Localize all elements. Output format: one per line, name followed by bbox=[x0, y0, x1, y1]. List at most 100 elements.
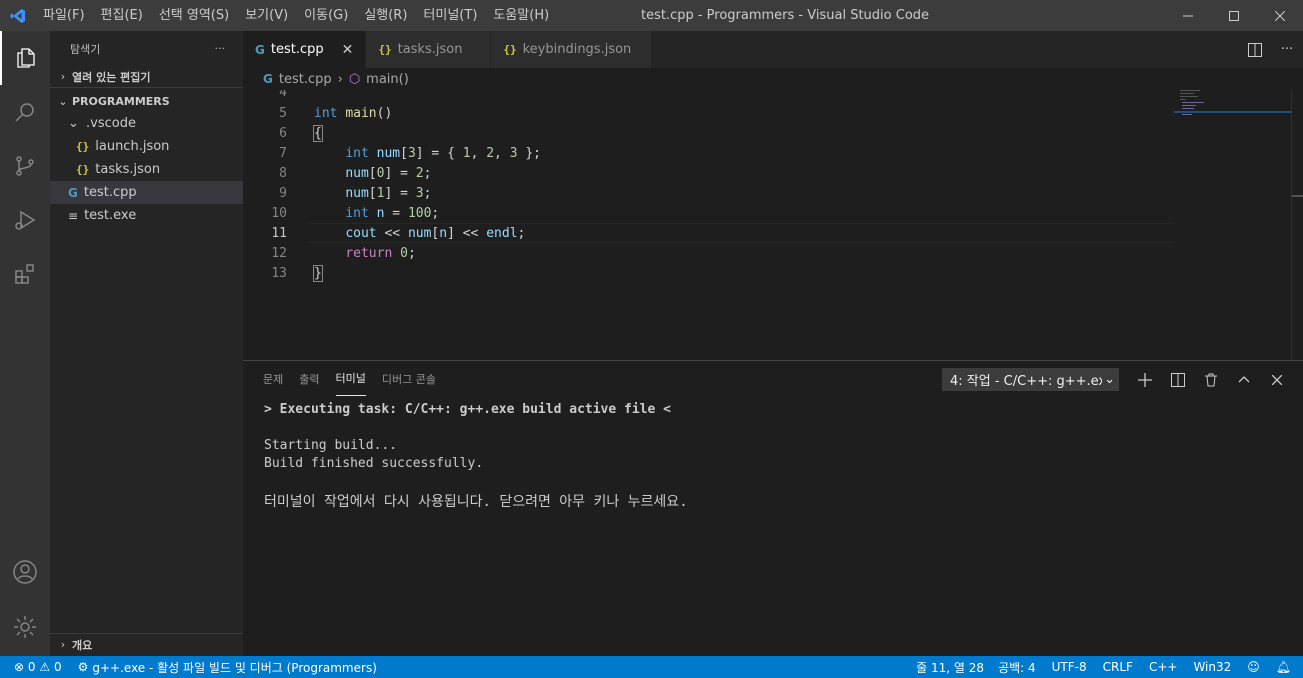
more-actions-icon[interactable]: ··· bbox=[215, 42, 226, 55]
line-ending[interactable]: CRLF bbox=[1095, 656, 1141, 678]
split-editor-icon[interactable] bbox=[1239, 42, 1271, 57]
terminal-line: > Executing task: C/C++: g++.exe build a… bbox=[264, 402, 671, 417]
tree-item-test-cpp[interactable]: G test.cpp bbox=[50, 181, 243, 204]
line-number: 8 bbox=[279, 166, 287, 181]
breadcrumb-symbol[interactable]: main() bbox=[366, 72, 409, 87]
cpp-file-icon: G bbox=[255, 42, 265, 57]
tab-keybindings-json[interactable]: {} keybindings.json bbox=[491, 31, 653, 68]
menu-file[interactable]: 파일(F) bbox=[35, 0, 93, 31]
close-panel-icon[interactable] bbox=[1260, 368, 1293, 391]
more-actions-icon[interactable]: ··· bbox=[1271, 42, 1303, 57]
window-title: test.cpp - Programmers - Visual Studio C… bbox=[640, 8, 930, 23]
code-line: int num[3] = { 1, 2, 3 }; bbox=[345, 146, 542, 161]
chevron-right-icon: › bbox=[337, 71, 343, 87]
problems-status[interactable]: ⊗ 0 ⚠ 0 bbox=[0, 656, 70, 678]
editor-tabs: G test.cpp ✕ {} tasks.json {} keybinding… bbox=[243, 31, 1303, 68]
vertical-scrollbar[interactable] bbox=[1291, 90, 1303, 360]
tree-item-label: test.exe bbox=[84, 208, 137, 223]
outline-label: 개요 bbox=[72, 638, 93, 652]
tab-tasks-json[interactable]: {} tasks.json bbox=[366, 31, 492, 68]
workspace-section[interactable]: ⌄ PROGRAMMERS bbox=[50, 90, 243, 112]
breadcrumb: G test.cpp › ⬡ main() bbox=[243, 68, 1303, 90]
minimize-icon[interactable] bbox=[1165, 0, 1211, 31]
menu-selection[interactable]: 선택 영역(S) bbox=[151, 0, 237, 31]
line-number: 11 bbox=[271, 226, 287, 241]
chevron-up-icon[interactable] bbox=[1227, 368, 1260, 391]
chevron-right-icon: › bbox=[60, 638, 66, 651]
notifications-icon[interactable]: 🔔︎ bbox=[1268, 656, 1303, 678]
debug-icon: ⚙ bbox=[77, 660, 89, 674]
json-file-icon: {} bbox=[76, 163, 90, 176]
terminal-select[interactable]: 4: 작업 - C/C++: g++.exe ⌄ bbox=[942, 368, 1119, 391]
tab-problems[interactable]: 문제 bbox=[263, 361, 283, 396]
trash-icon[interactable] bbox=[1194, 368, 1227, 391]
file-lines-icon: ≡ bbox=[68, 208, 79, 223]
tab-output[interactable]: 출력 bbox=[299, 361, 319, 396]
indentation[interactable]: 공백: 4 bbox=[990, 656, 1044, 678]
menu-run[interactable]: 실행(R) bbox=[356, 0, 415, 31]
error-count: 0 bbox=[27, 660, 36, 674]
error-icon: ⊗ bbox=[14, 660, 25, 674]
tab-debug-console[interactable]: 디버그 콘솔 bbox=[382, 361, 436, 396]
code-line: cout << num[n] << endl; bbox=[345, 226, 526, 241]
open-editors-label: 열려 있는 편집기 bbox=[72, 70, 151, 84]
search-icon[interactable] bbox=[0, 85, 50, 139]
tab-test-cpp[interactable]: G test.cpp ✕ bbox=[243, 31, 367, 68]
line-number: 6 bbox=[279, 126, 287, 141]
platform[interactable]: Win32 bbox=[1185, 656, 1239, 678]
json-file-icon: {} bbox=[76, 140, 90, 153]
minimap[interactable] bbox=[1174, 90, 1291, 360]
title-bar: 파일(F) 편집(E) 선택 영역(S) 보기(V) 이동(G) 실행(R) 터… bbox=[0, 0, 1303, 31]
tree-item-launch-json[interactable]: {} launch.json bbox=[50, 135, 243, 158]
bottom-panel: 문제 출력 터미널 디버그 콘솔 4: 작업 - C/C++: g++.exe … bbox=[243, 360, 1303, 656]
language-mode[interactable]: C++ bbox=[1141, 656, 1186, 678]
tab-label: test.cpp bbox=[270, 42, 324, 57]
line-number: 10 bbox=[271, 206, 287, 221]
tree-item-vscode[interactable]: ⌄ .vscode bbox=[50, 112, 243, 135]
build-status[interactable]: ⚙ g++.exe - 활성 파일 빌드 및 디버그 (Programmers) bbox=[70, 656, 385, 678]
status-bar: ⊗ 0 ⚠ 0 ⚙ g++.exe - 활성 파일 빌드 및 디버그 (Prog… bbox=[0, 656, 1303, 678]
encoding[interactable]: UTF-8 bbox=[1044, 656, 1095, 678]
line-number: 5 bbox=[279, 106, 287, 121]
menu-help[interactable]: 도움말(H) bbox=[485, 0, 557, 31]
explorer-icon[interactable] bbox=[0, 31, 50, 85]
account-icon[interactable] bbox=[0, 545, 50, 599]
run-debug-icon[interactable] bbox=[0, 193, 50, 247]
tree-item-label: tasks.json bbox=[95, 162, 161, 177]
sidebar-title: 탐색기 bbox=[70, 42, 101, 56]
feedback-icon[interactable]: ☺ bbox=[1239, 656, 1268, 678]
close-tab-icon[interactable]: ✕ bbox=[342, 42, 354, 58]
code-line: } bbox=[313, 265, 323, 282]
warning-count: 0 bbox=[53, 660, 62, 674]
chevron-down-icon: ⌄ bbox=[68, 116, 79, 131]
code-line: { bbox=[313, 125, 323, 142]
tree-item-test-exe[interactable]: ≡ test.exe bbox=[50, 204, 243, 227]
extensions-icon[interactable] bbox=[0, 247, 50, 301]
tree-item-label: test.cpp bbox=[83, 185, 137, 200]
menu-edit[interactable]: 편집(E) bbox=[93, 0, 151, 31]
outline-section[interactable]: › 개요 bbox=[50, 633, 243, 655]
close-window-icon[interactable] bbox=[1257, 0, 1303, 31]
code-line: int main() bbox=[314, 106, 393, 121]
menu-go[interactable]: 이동(G) bbox=[296, 0, 356, 31]
menu-terminal[interactable]: 터미널(T) bbox=[415, 0, 485, 31]
cpp-file-icon: G bbox=[263, 72, 273, 86]
tree-item-tasks-json[interactable]: {} tasks.json bbox=[50, 158, 243, 181]
cursor-position[interactable]: 줄 11, 열 28 bbox=[908, 656, 990, 678]
open-editors-section[interactable]: › 열려 있는 편집기 bbox=[50, 66, 243, 88]
split-terminal-icon[interactable] bbox=[1161, 368, 1194, 391]
maximize-icon[interactable] bbox=[1211, 0, 1257, 31]
settings-gear-icon[interactable] bbox=[0, 600, 50, 654]
cpp-file-icon: G bbox=[68, 185, 78, 200]
code-editor[interactable]: 4 5 int main() 6 { 7 int num[3] = { 1, 2, … bbox=[243, 90, 1303, 360]
activity-bar bbox=[0, 31, 50, 656]
chevron-down-icon: ⌄ bbox=[58, 94, 68, 108]
breadcrumb-file[interactable]: test.cpp bbox=[279, 72, 332, 87]
warning-icon: ⚠ bbox=[39, 660, 51, 674]
new-terminal-icon[interactable] bbox=[1128, 368, 1161, 391]
tab-terminal[interactable]: 터미널 bbox=[335, 361, 366, 396]
terminal-line: Starting build... bbox=[264, 438, 398, 453]
terminal-line: Build finished successfully. bbox=[264, 456, 484, 471]
menu-view[interactable]: 보기(V) bbox=[237, 0, 296, 31]
source-control-icon[interactable] bbox=[0, 139, 50, 193]
